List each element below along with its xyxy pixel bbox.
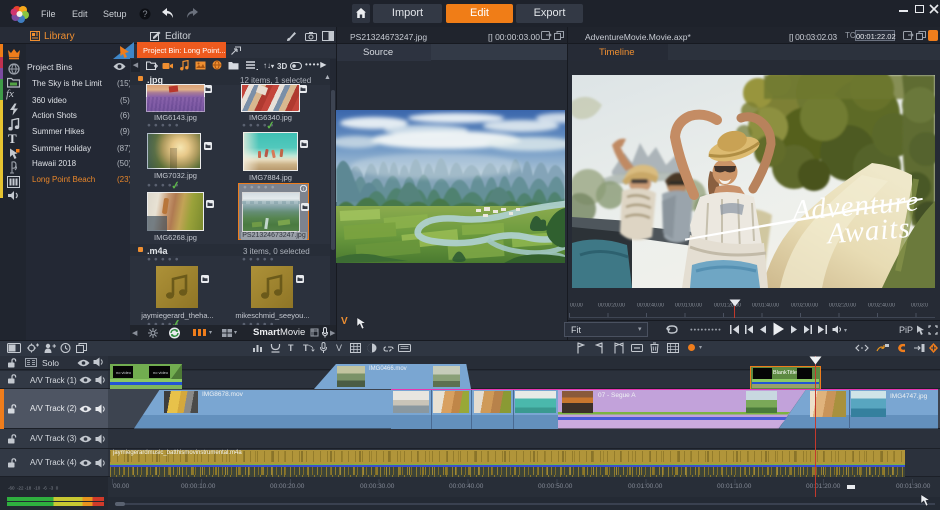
- svg-text:Awaits: Awaits: [824, 212, 912, 251]
- svg-text:?: ?: [142, 9, 147, 19]
